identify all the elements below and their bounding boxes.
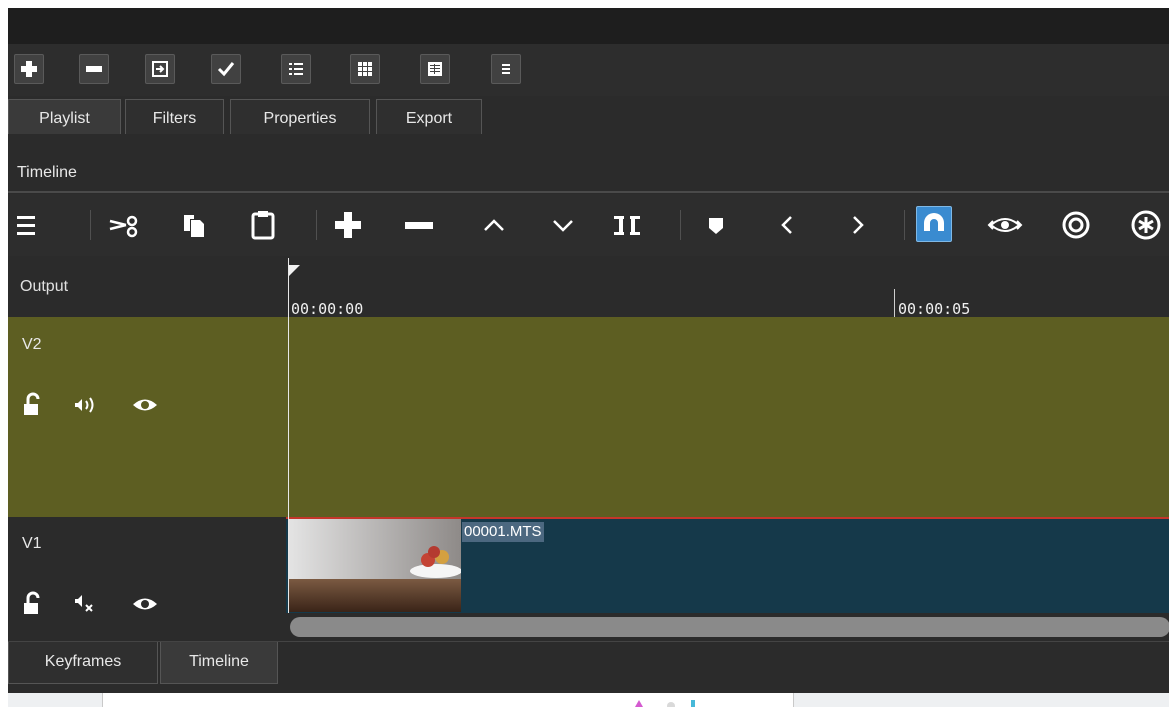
audio-icon[interactable] <box>71 393 101 417</box>
track-headers: Output V2 V1 <box>8 256 286 641</box>
check-button[interactable] <box>211 54 241 84</box>
update-icon <box>152 61 168 77</box>
table-icon <box>428 62 442 76</box>
minus-icon <box>86 66 102 72</box>
track-name-v2: V2 <box>22 336 42 353</box>
toolbar-separator <box>904 210 905 240</box>
toolbar-separator <box>680 210 681 240</box>
toolbar-separator <box>316 210 317 240</box>
track-header-v1[interactable]: V1 <box>8 517 286 641</box>
clip-thumbnail[interactable] <box>288 519 461 612</box>
tab-playlist[interactable]: Playlist <box>8 99 121 134</box>
playlist-toolbar <box>8 44 1169 96</box>
timeline-toolbar <box>8 194 1169 256</box>
ruler-time-start: 00:00:00 <box>291 300 364 318</box>
lift-icon[interactable] <box>476 207 512 243</box>
panel-tabs: Playlist Filters Properties Export <box>8 96 1169 144</box>
ripple-icon[interactable] <box>1058 207 1094 243</box>
output-label: Output <box>20 278 69 295</box>
tab-filters[interactable]: Filters <box>125 99 224 134</box>
dock-divider <box>8 191 1169 193</box>
icons-view-button[interactable] <box>420 54 450 84</box>
paste-icon[interactable] <box>245 207 281 243</box>
tab-timeline[interactable]: Timeline <box>160 642 278 684</box>
add-button[interactable] <box>14 54 44 84</box>
menu-icon <box>502 64 510 74</box>
playhead[interactable] <box>288 258 289 613</box>
next-marker-icon[interactable] <box>840 207 876 243</box>
unlock-icon[interactable] <box>20 391 48 419</box>
previous-marker-icon[interactable] <box>770 207 806 243</box>
track-name-v1: V1 <box>22 535 42 552</box>
ruler-time-5s: 00:00:05 <box>898 300 971 318</box>
append-icon[interactable] <box>330 207 366 243</box>
update-button[interactable] <box>145 54 175 84</box>
scrollbar-thumb[interactable] <box>290 617 1169 637</box>
lower-panel-edge <box>8 693 1169 707</box>
remove-button[interactable] <box>79 54 109 84</box>
preview-area-edge <box>102 693 794 707</box>
cut-icon[interactable] <box>106 207 142 243</box>
track-lane-v1[interactable]: 00001.MTS <box>286 517 1169 613</box>
track-lane-v2[interactable] <box>286 317 1169 517</box>
menu-icon[interactable] <box>8 207 44 243</box>
tiles-view-button[interactable] <box>350 54 380 84</box>
decorative-marks <box>635 700 695 707</box>
track-header-v2[interactable]: V2 <box>8 317 286 517</box>
snap-button[interactable] <box>916 206 952 242</box>
app-window: Playlist Filters Properties Export Timel… <box>8 8 1169 693</box>
clip-name: 00001.MTS <box>462 522 544 542</box>
scrub-icon[interactable] <box>987 207 1023 243</box>
details-view-button[interactable] <box>281 54 311 84</box>
copy-icon[interactable] <box>176 207 212 243</box>
title-bar <box>8 8 1169 44</box>
list-icon <box>289 63 303 75</box>
tab-properties[interactable]: Properties <box>230 99 370 134</box>
menu-button[interactable] <box>491 54 521 84</box>
snap-icon <box>924 213 944 235</box>
tab-export[interactable]: Export <box>376 99 482 134</box>
ripple-all-icon[interactable] <box>1128 207 1164 243</box>
marker-icon[interactable] <box>698 207 734 243</box>
split-icon[interactable] <box>609 207 645 243</box>
toolbar-separator <box>90 210 91 240</box>
bottom-dock-tabs: Keyframes Timeline <box>8 641 1169 693</box>
audio-muted-icon[interactable] <box>71 592 101 616</box>
grid-icon <box>358 62 372 76</box>
timeline-dock-title: Timeline <box>17 164 77 181</box>
timeline-scrollbar[interactable] <box>286 613 1169 641</box>
eye-icon[interactable] <box>130 592 160 616</box>
eye-icon[interactable] <box>130 393 160 417</box>
ruler-tick <box>894 289 895 317</box>
remove-icon[interactable] <box>401 207 437 243</box>
screenshot-frame: Playlist Filters Properties Export Timel… <box>0 0 1169 707</box>
check-icon <box>217 62 235 77</box>
plus-icon <box>21 61 37 77</box>
playhead-handle[interactable] <box>288 265 302 279</box>
unlock-icon[interactable] <box>20 590 48 618</box>
overwrite-icon[interactable] <box>545 207 581 243</box>
output-track-header[interactable]: Output <box>8 256 286 317</box>
timeline-ruler[interactable]: 00:00:00 00:00:05 <box>286 256 1169 318</box>
tab-keyframes[interactable]: Keyframes <box>8 642 158 684</box>
